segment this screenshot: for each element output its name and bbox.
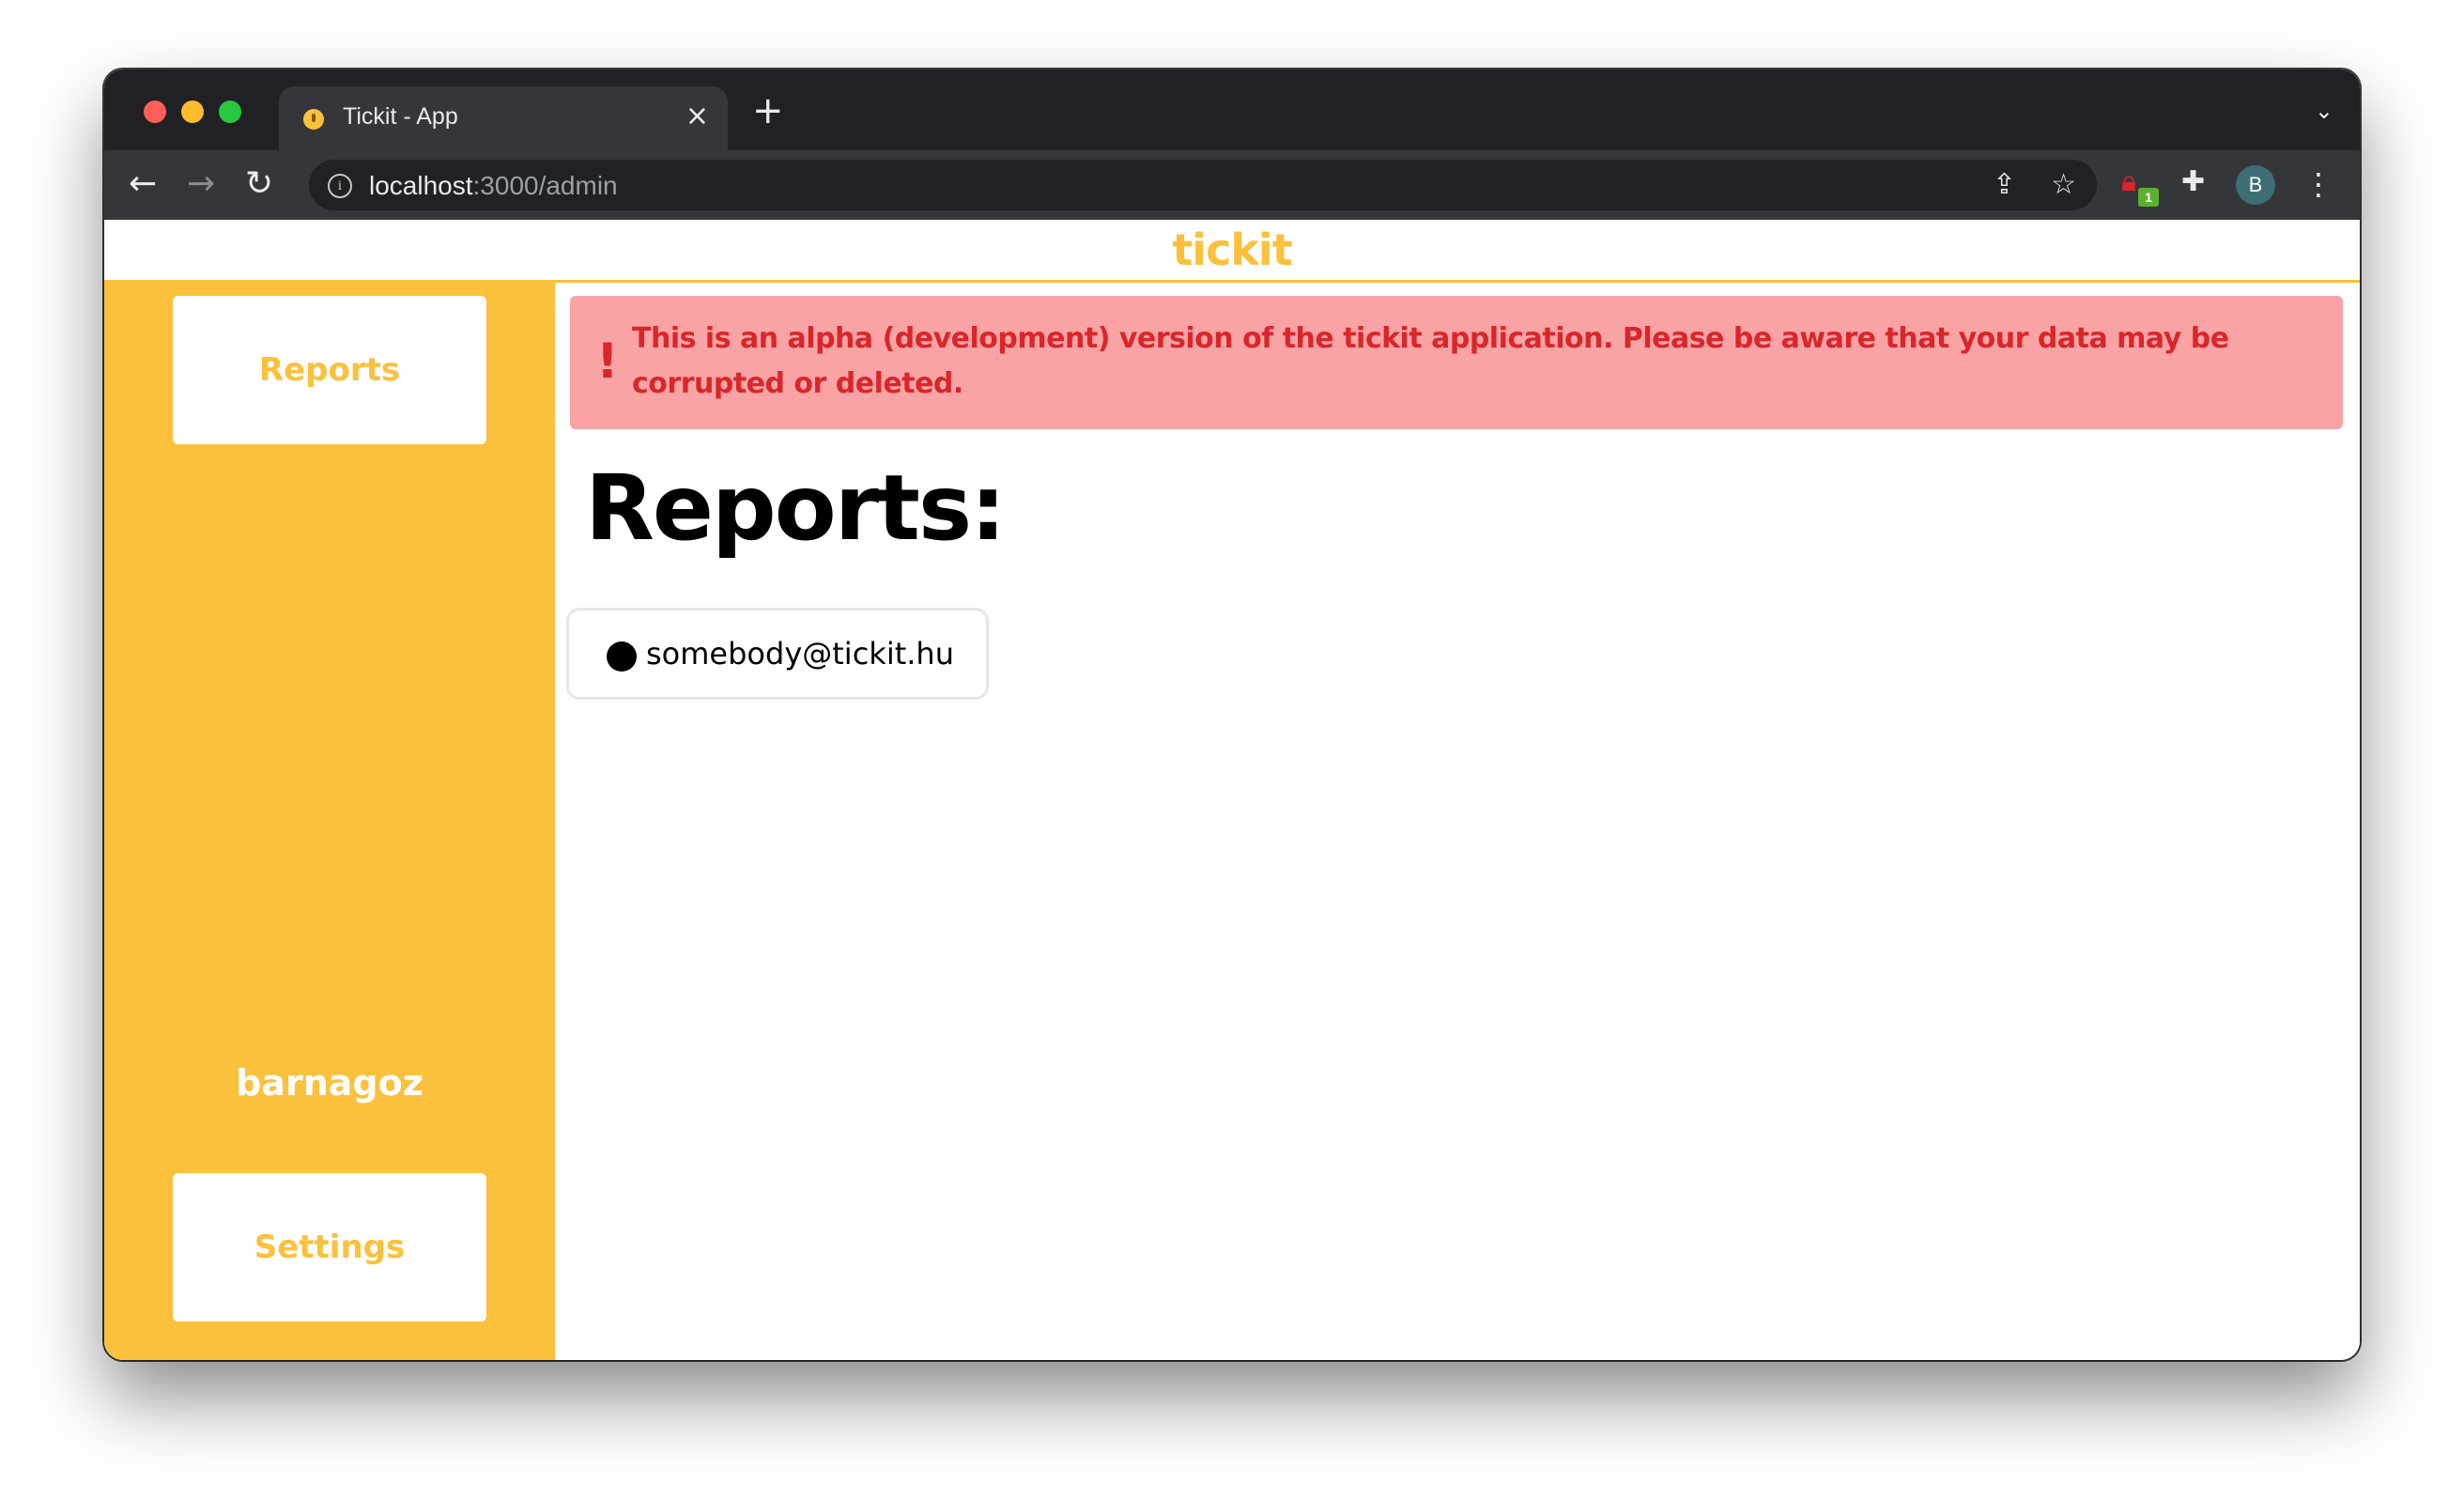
close-window-button[interactable]: [144, 100, 166, 123]
bookmark-star-icon[interactable]: ☆: [2051, 169, 2076, 201]
tab-strip: Tickit - App × + ⌄: [104, 70, 2360, 150]
app-header: tickit: [104, 220, 2360, 283]
app-viewport: tickit Reports barnagoz Settings ! This …: [104, 220, 2360, 1360]
menu-kebab-icon[interactable]: ⋮: [2303, 163, 2333, 205]
maximize-window-button[interactable]: [219, 100, 241, 123]
minimize-window-button[interactable]: [181, 100, 204, 123]
extensions-puzzle-icon[interactable]: ✚: [2181, 165, 2205, 199]
report-email: somebody@tickit.hu: [646, 636, 954, 672]
browser-tab[interactable]: Tickit - App ×: [279, 86, 728, 150]
brand-logo[interactable]: tickit: [1172, 220, 1292, 280]
forward-arrow-icon[interactable]: →: [187, 163, 215, 205]
alpha-warning-banner: ! This is an alpha (development) version…: [570, 296, 2343, 429]
main-content: ! This is an alpha (development) version…: [555, 283, 2360, 1360]
extension-badge: 1: [2138, 188, 2159, 207]
share-icon[interactable]: ⇪: [1993, 169, 2016, 201]
sidebar-item-reports[interactable]: Reports: [173, 296, 486, 444]
back-arrow-icon[interactable]: ←: [129, 163, 157, 205]
sidebar-item-settings[interactable]: Settings: [173, 1173, 486, 1321]
site-info-icon[interactable]: i: [328, 174, 352, 198]
url-path: :3000/admin: [472, 171, 618, 200]
username-label: barnagoz: [236, 1062, 424, 1104]
browser-window: Tickit - App × + ⌄ ← → ↻ i localhost:300…: [104, 70, 2360, 1360]
tab-search-chevron-icon[interactable]: ⌄: [2315, 98, 2333, 124]
url-host: localhost: [369, 171, 473, 200]
tab-title: Tickit - App: [343, 103, 458, 130]
tab-close-icon[interactable]: ×: [685, 100, 709, 133]
alert-message: This is an alpha (development) version o…: [632, 322, 2229, 400]
favicon-icon: [303, 109, 324, 130]
exclamation-icon: !: [596, 333, 619, 390]
page-title: Reports:: [585, 456, 1006, 561]
sidebar: Reports barnagoz Settings: [104, 283, 555, 1360]
report-list-item[interactable]: somebody@tickit.hu: [566, 608, 989, 700]
browser-toolbar: ← → ↻ i localhost:3000/admin ⇪ ☆ 🔒︎ 1 ✚ …: [104, 150, 2360, 220]
extension-lock-icon[interactable]: 🔒︎: [2121, 165, 2136, 199]
reload-icon[interactable]: ↻: [245, 163, 273, 205]
url-text[interactable]: localhost:3000/admin: [369, 171, 618, 201]
address-bar[interactable]: i localhost:3000/admin ⇪ ☆: [309, 160, 2097, 210]
new-tab-button[interactable]: +: [752, 90, 784, 131]
profile-avatar[interactable]: B: [2236, 165, 2275, 205]
status-dot-icon: [607, 641, 637, 672]
